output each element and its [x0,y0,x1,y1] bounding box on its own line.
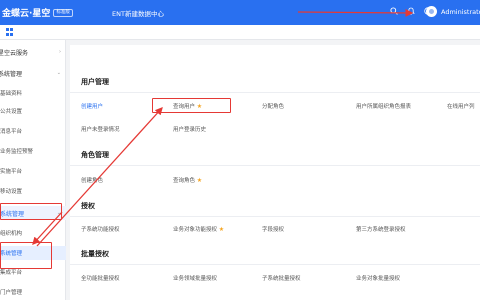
sidebar-item-label: 业务监控预警 [0,149,34,155]
sidebar-item-label: 星空云服务 [0,49,29,57]
link-online-users[interactable]: 在线用户列 [447,102,475,110]
chevron-down-icon: ⌄ [56,70,61,76]
sidebar-item-mobile-settings[interactable]: 移动设置 [0,184,66,198]
data-center-title[interactable]: ENT新建数据中心 [112,8,164,18]
sidebar-item-label: 实施平台 [0,169,23,175]
sidebar-item-label: 消息平台 [0,129,23,135]
highlight-box-query-user [152,98,231,113]
highlight-box-system-mgmt [0,203,62,220]
section-title-auth: 授权 [81,202,95,210]
logo-text: 金蝶云·星空 [2,9,51,19]
sidebar-item-portal[interactable]: 门户管理 [0,285,66,299]
link-user-login-history[interactable]: 用户登录历史 [173,125,206,133]
star-icon[interactable]: ★ [219,226,224,233]
link-field-auth[interactable]: 字段授权 [262,225,284,233]
link-query-role[interactable]: 查询角色 ★ [173,176,202,184]
sidebar-item-label: 移动设置 [0,189,23,195]
link-bizobj-batch-auth[interactable]: 业务对象批量授权 [356,274,400,282]
sidebar-item-label: 公共设置 [0,109,23,115]
link-create-user[interactable]: 创建用户 [81,102,103,110]
sidebar-item-message-platform[interactable]: 消息平台 [0,124,66,138]
sidebar-item-basic-data[interactable]: 基础资料 [0,86,66,100]
search-icon[interactable] [390,7,398,15]
sidebar-item-label: 组织机构 [0,231,23,237]
link-create-role[interactable]: 创建角色 [81,176,103,184]
main-panel: 用户管理 创建用户 查询用户 ★ 分配角色 用户所属组织角色报表 在线用户列 用… [70,45,480,300]
divider [70,264,480,265]
app-logo[interactable]: 金蝶云·星空 标准版 [2,6,73,19]
avatar[interactable] [426,6,437,17]
link-user-org-role-report[interactable]: 用户所属组织角色报表 [356,102,411,110]
divider [70,92,480,93]
link-subsystem-func-auth[interactable]: 子系统功能授权 [81,225,120,233]
link-assign-role[interactable]: 分配角色 [262,102,284,110]
link-full-func-batch-auth[interactable]: 全功能批量授权 [81,274,120,282]
link-label: 业务对象功能授权 [173,227,218,233]
sidebar-item-monitoring[interactable]: 业务监控预警 [0,144,66,158]
highlight-box-system-admin [0,242,52,269]
sidebar-item-cloud-service[interactable]: 星空云服务 › [0,45,66,59]
link-domain-batch-auth[interactable]: 业务领域批量授权 [173,274,217,282]
link-subsystem-batch-auth[interactable]: 子系统批量授权 [262,274,301,282]
bell-icon[interactable] [407,7,415,15]
section-title-role-mgmt: 角色管理 [81,151,109,159]
section-title-batch-auth: 批量授权 [81,250,109,258]
link-user-not-logged-in[interactable]: 用户未登录情况 [81,125,120,133]
link-bizobj-func-auth[interactable]: 业务对象功能授权 ★ [173,225,224,233]
sidebar-item-system-mgmt-group[interactable]: 系统管理 ⌄ [0,66,66,80]
sidebar-item-label: 门户管理 [0,290,23,296]
app-grid-icon[interactable] [6,28,14,36]
star-icon[interactable]: ★ [197,177,202,184]
sidebar-item-public-settings[interactable]: 公共设置 [0,104,66,118]
chevron-right-icon: › [59,49,61,55]
sidebar-item-label: 集成平台 [0,270,23,276]
sidebar-item-label: 系统管理 [0,70,23,78]
divider [70,216,480,217]
link-label: 查询角色 [173,178,196,184]
top-bar: 金蝶云·星空 标准版 ENT新建数据中心 ? Administrator [0,0,480,25]
sidebar-item-org[interactable]: 组织机构 [0,226,66,240]
link-third-party-login-auth[interactable]: 第三方系统登录授权 [356,225,406,233]
tab-strip [0,25,480,40]
sidebar-item-label: 基础资料 [0,91,23,97]
divider [70,165,480,166]
sidebar-item-implementation[interactable]: 实施平台 [0,164,66,178]
user-name[interactable]: Administrator [441,8,480,16]
section-title-user-mgmt: 用户管理 [81,78,109,86]
edition-badge: 标准版 [53,8,73,17]
